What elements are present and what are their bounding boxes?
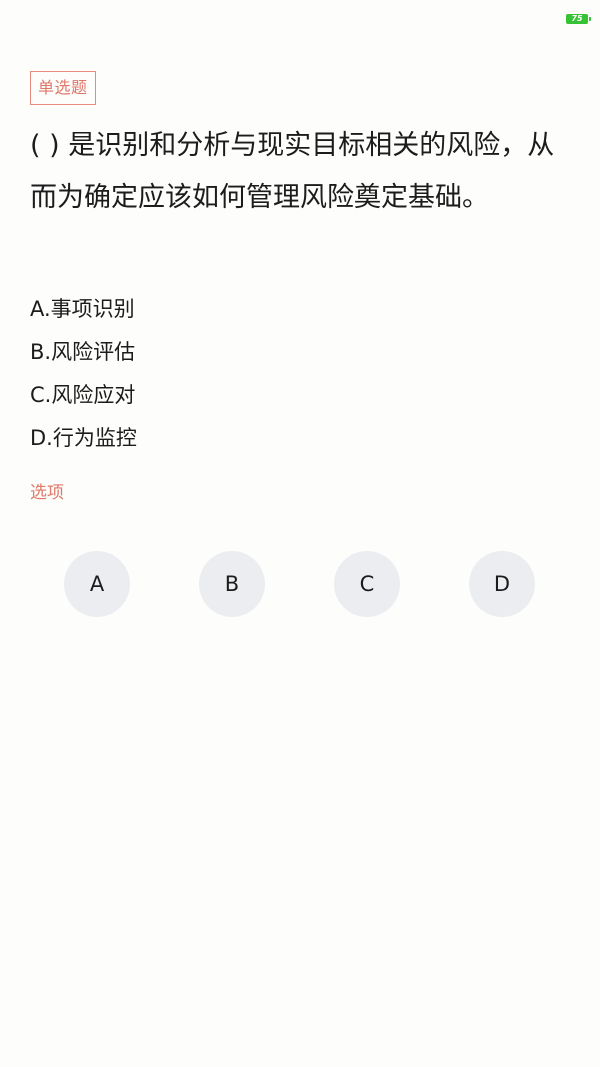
answer-choice-b-button[interactable]: B — [199, 551, 265, 617]
question-text: ( ) 是识别和分析与现实目标相关的风险，从而为确定应该如何管理风险奠定基础。 — [30, 130, 555, 213]
option-a-text: A.事项识别 — [30, 297, 135, 321]
answer-choice-c-button[interactable]: C — [334, 551, 400, 617]
option-d-text: D.行为监控 — [30, 426, 137, 450]
answer-choice-row: A B C D — [64, 551, 536, 617]
question-type-tag: 单选题 — [30, 71, 96, 105]
status-bar: 75 — [0, 0, 600, 36]
option-b-text: B.风险评估 — [30, 340, 136, 364]
option-c-text: C.风险应对 — [30, 383, 136, 407]
battery-icon: 75 — [566, 14, 591, 24]
battery-level: 75 — [571, 14, 583, 23]
answer-choice-a-button[interactable]: A — [64, 551, 130, 617]
answer-choice-d-button[interactable]: D — [469, 551, 535, 617]
option-list: A.事项识别 B.风险评估 C.风险应对 D.行为监控 — [30, 288, 570, 460]
answer-section-label: 选项 — [30, 483, 64, 503]
